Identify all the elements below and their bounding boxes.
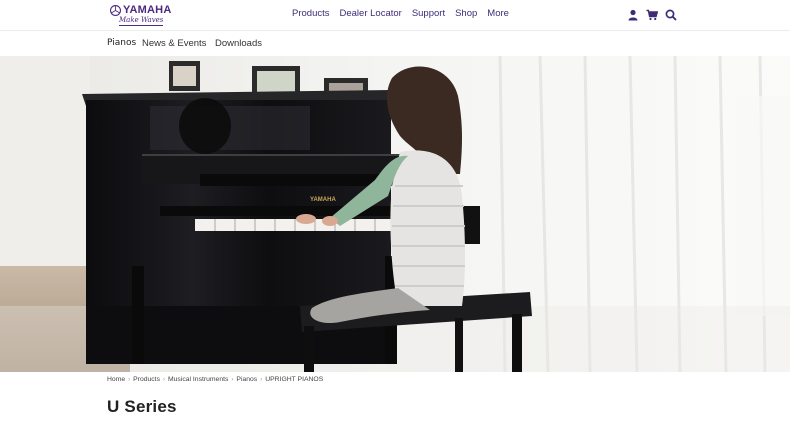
breadcrumb-musical-instruments[interactable]: Musical Instruments [168,376,228,383]
tuning-forks-icon [110,5,121,16]
nav-shop[interactable]: Shop [455,8,477,19]
breadcrumb-upright-pianos: UPRIGHT PIANOS [265,376,324,383]
piano-brand-label: YAMAHA [310,197,336,203]
yamaha-logo[interactable]: YAMAHA Make Waves [110,4,172,28]
nav-products[interactable]: Products [292,8,330,19]
breadcrumb-pianos[interactable]: Pianos [236,376,257,383]
chevron-right-icon: › [231,376,234,383]
top-header: YAMAHA Make Waves Products Dealer Locato… [0,0,790,31]
brand-tagline: Make Waves [119,16,164,26]
breadcrumb: Home › Products › Musical Instruments › … [107,376,323,383]
brand-name: YAMAHA [123,4,172,16]
breadcrumb-products[interactable]: Products [133,376,160,383]
subnav-pianos[interactable]: Pianos [107,38,136,48]
subnav-downloads[interactable]: Downloads [215,38,262,49]
hero-illustration: YAMAHA [0,56,790,372]
subnav-news-events[interactable]: News & Events [142,38,206,49]
main-navigation: Products Dealer Locator Support Shop Mor… [292,8,519,19]
sub-navigation: Pianos News & Events Downloads [0,32,790,56]
hero-image: YAMAHA [0,56,790,372]
utility-icons [627,8,677,21]
cart-icon[interactable] [646,8,659,21]
chevron-right-icon: › [128,376,131,383]
breadcrumb-home[interactable]: Home [107,376,125,383]
nav-dealer-locator[interactable]: Dealer Locator [340,8,402,19]
page-title: U Series [107,397,177,416]
chevron-right-icon: › [260,376,263,383]
nav-support[interactable]: Support [412,8,445,19]
chevron-right-icon: › [162,376,165,383]
user-icon[interactable] [627,8,639,21]
nav-more[interactable]: More [487,8,509,19]
search-icon[interactable] [665,8,677,21]
